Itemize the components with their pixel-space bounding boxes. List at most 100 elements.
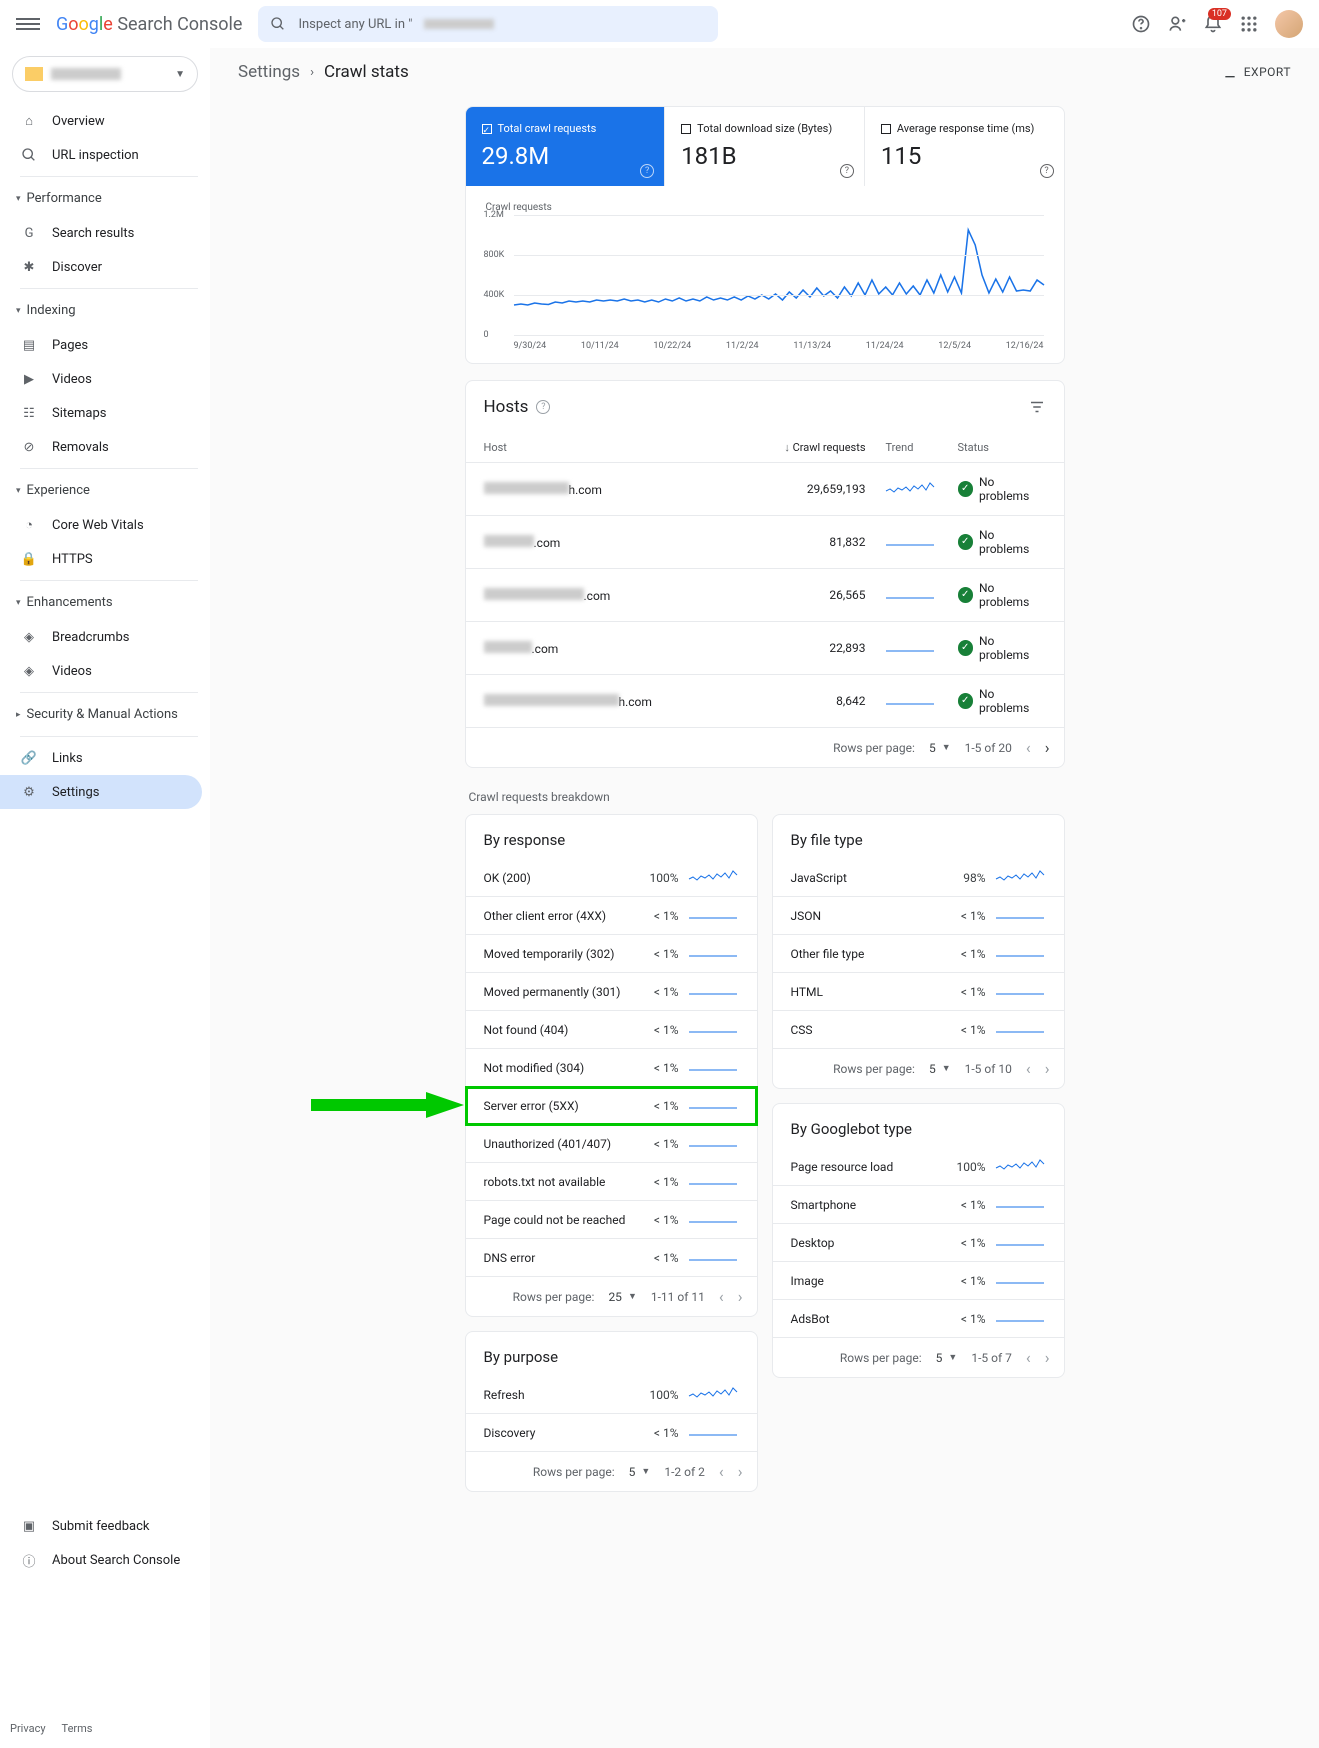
nav-submit-feedback[interactable]: ▣Submit feedback: [0, 1509, 210, 1543]
breakdown-row[interactable]: AdsBot < 1%: [773, 1300, 1064, 1338]
prev-page-button[interactable]: ‹: [1026, 1348, 1031, 1367]
next-page-button[interactable]: ›: [1045, 1348, 1050, 1367]
host-row[interactable]: h.com 29,659,193 ✓No problems: [466, 463, 1064, 516]
terms-link[interactable]: Terms: [62, 1722, 93, 1735]
next-page-button[interactable]: ›: [738, 1287, 743, 1306]
breakdown-row[interactable]: Moved temporarily (302) < 1%: [466, 935, 757, 973]
rows-per-page-select[interactable]: 5 ▼: [629, 1465, 651, 1479]
nav-links[interactable]: 🔗Links: [0, 741, 210, 775]
breakdown-row[interactable]: CSS < 1%: [773, 1011, 1064, 1049]
breakdown-row[interactable]: Not modified (304) < 1%: [466, 1049, 757, 1087]
nav-pages[interactable]: ▤Pages: [0, 328, 210, 362]
breakdown-row[interactable]: Smartphone < 1%: [773, 1186, 1064, 1224]
host-row[interactable]: h.com 8,642 ✓No problems: [466, 675, 1064, 728]
help-icon[interactable]: ?: [1040, 164, 1054, 178]
breakdown-row[interactable]: Page could not be reached < 1%: [466, 1201, 757, 1239]
prev-page-button[interactable]: ‹: [719, 1462, 724, 1481]
breakdown-row[interactable]: Image < 1%: [773, 1262, 1064, 1300]
nav-section-experience[interactable]: ▾Experience: [0, 473, 210, 508]
nav-https[interactable]: 🔒HTTPS: [0, 542, 210, 576]
export-button[interactable]: EXPORT: [1222, 64, 1291, 80]
hosts-title: Hosts: [484, 397, 529, 417]
row-percent: < 1%: [936, 1236, 986, 1250]
sparkline: [689, 1173, 737, 1187]
nav-removals[interactable]: ⊘Removals: [0, 430, 210, 464]
add-user-icon[interactable]: [1167, 14, 1187, 34]
prev-page-button[interactable]: ‹: [1026, 1059, 1031, 1078]
host-row[interactable]: .com 26,565 ✓No problems: [466, 569, 1064, 622]
sparkline: [886, 693, 934, 707]
gridline: [514, 335, 1044, 336]
rows-per-page-select[interactable]: 5 ▼: [929, 1062, 951, 1076]
host-row[interactable]: .com 81,832 ✓No problems: [466, 516, 1064, 569]
breakdown-row[interactable]: Moved permanently (301) < 1%: [466, 973, 757, 1011]
next-page-button[interactable]: ›: [1045, 738, 1050, 757]
sparkline: [996, 1272, 1044, 1286]
breakdown-row[interactable]: JavaScript 98%: [773, 859, 1064, 897]
diamond-icon: ◈: [20, 628, 38, 646]
breakdown-row[interactable]: Page resource load 100%: [773, 1148, 1064, 1186]
host-row[interactable]: .com 22,893 ✓No problems: [466, 622, 1064, 675]
nav-videos[interactable]: ▶Videos: [0, 362, 210, 396]
page-range: 1-5 of 20: [965, 741, 1012, 755]
row-percent: < 1%: [629, 1061, 679, 1075]
nav-overview[interactable]: ⌂Overview: [0, 104, 210, 138]
nav-breadcrumbs[interactable]: ◈Breadcrumbs: [0, 620, 210, 654]
breakdown-row[interactable]: JSON < 1%: [773, 897, 1064, 935]
prev-page-button[interactable]: ‹: [719, 1287, 724, 1306]
breakdown-row[interactable]: Server error (5XX) < 1%: [466, 1087, 757, 1125]
privacy-link[interactable]: Privacy: [10, 1722, 46, 1735]
col-requests[interactable]: ↓ Crawl requests: [766, 441, 866, 454]
help-icon[interactable]: [1131, 14, 1151, 34]
help-icon[interactable]: ?: [840, 164, 854, 178]
nav-discover[interactable]: ✱Discover: [0, 250, 210, 284]
host-name: .com: [484, 588, 766, 603]
rows-per-page-select[interactable]: 5 ▼: [929, 741, 951, 755]
nav-section-enhancements[interactable]: ▾Enhancements: [0, 585, 210, 620]
breakdown-row[interactable]: Refresh 100%: [466, 1376, 757, 1414]
breakdown-row[interactable]: OK (200) 100%: [466, 859, 757, 897]
property-selector[interactable]: ▼: [12, 56, 198, 92]
breakdown-row[interactable]: Other client error (4XX) < 1%: [466, 897, 757, 935]
breakdown-row[interactable]: HTML < 1%: [773, 973, 1064, 1011]
nav-core-web-vitals[interactable]: ◔Core Web Vitals: [0, 508, 210, 542]
notifications-icon[interactable]: 107: [1203, 14, 1223, 34]
rows-per-page-select[interactable]: 25 ▼: [608, 1290, 636, 1304]
breadcrumb-settings[interactable]: Settings: [238, 62, 300, 82]
host-status: ✓No problems: [946, 687, 1046, 715]
url-inspect-search[interactable]: Inspect any URL in ": [258, 6, 718, 42]
nav-about[interactable]: ⓘAbout Search Console: [0, 1543, 210, 1577]
nav-section-indexing[interactable]: ▾Indexing: [0, 293, 210, 328]
rows-per-page-select[interactable]: 5 ▼: [936, 1351, 958, 1365]
breakdown-row[interactable]: Not found (404) < 1%: [466, 1011, 757, 1049]
checkbox-icon: [881, 124, 891, 134]
nav-search-results[interactable]: GSearch results: [0, 216, 210, 250]
apps-icon[interactable]: [1239, 14, 1259, 34]
nav-section-performance[interactable]: ▾Performance: [0, 181, 210, 216]
breakdown-row[interactable]: robots.txt not available < 1%: [466, 1163, 757, 1201]
stat-box[interactable]: Average response time (ms)115?: [865, 107, 1064, 186]
nav-section-security[interactable]: ▸Security & Manual Actions: [0, 697, 210, 732]
nav-videos-enh[interactable]: ◈Videos: [0, 654, 210, 688]
row-percent: < 1%: [629, 1099, 679, 1113]
row-percent: < 1%: [629, 1023, 679, 1037]
breakdown-row[interactable]: Desktop < 1%: [773, 1224, 1064, 1262]
filter-icon[interactable]: [1028, 398, 1046, 416]
stat-box[interactable]: Total download size (Bytes)181B?: [665, 107, 865, 186]
prev-page-button[interactable]: ‹: [1026, 738, 1031, 757]
next-page-button[interactable]: ›: [1045, 1059, 1050, 1078]
help-icon[interactable]: ?: [536, 400, 550, 414]
next-page-button[interactable]: ›: [738, 1462, 743, 1481]
breakdown-row[interactable]: Discovery < 1%: [466, 1414, 757, 1452]
breakdown-row[interactable]: DNS error < 1%: [466, 1239, 757, 1277]
breakdown-row[interactable]: Unauthorized (401/407) < 1%: [466, 1125, 757, 1163]
hamburger-menu[interactable]: [16, 12, 40, 36]
logo[interactable]: Google Search Console: [56, 14, 242, 35]
stat-box[interactable]: Total crawl requests29.8M?: [466, 107, 666, 186]
avatar[interactable]: [1275, 10, 1303, 38]
nav-settings[interactable]: ⚙Settings: [0, 775, 202, 809]
breakdown-row[interactable]: Other file type < 1%: [773, 935, 1064, 973]
nav-url-inspection[interactable]: URL inspection: [0, 138, 210, 172]
nav-sitemaps[interactable]: ☷Sitemaps: [0, 396, 210, 430]
help-icon[interactable]: ?: [640, 164, 654, 178]
